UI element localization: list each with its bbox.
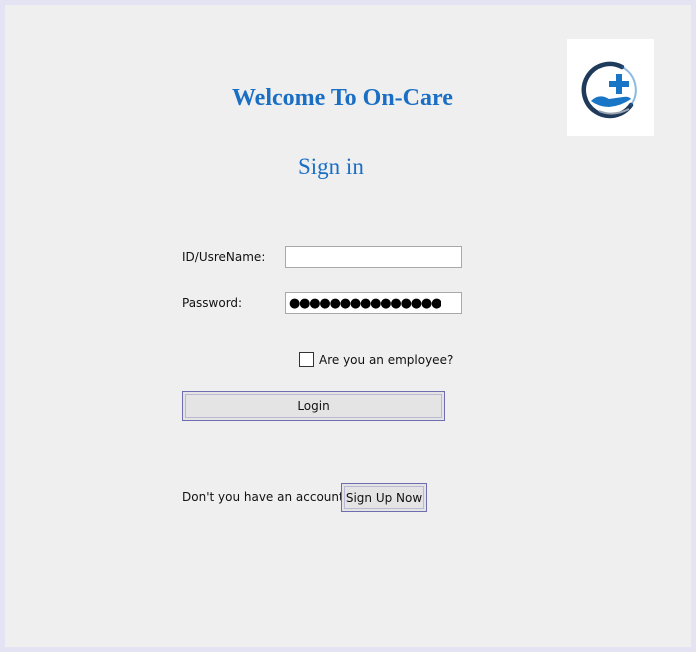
login-button[interactable]: Login: [182, 391, 445, 421]
employee-checkbox[interactable]: [299, 352, 314, 367]
password-label: Password:: [182, 296, 243, 310]
no-account-text: Don't you have an account: [182, 490, 344, 504]
employee-checkbox-label[interactable]: Are you an employee?: [319, 353, 453, 367]
password-input[interactable]: ●●●●●●●●●●●●●●●: [285, 292, 462, 314]
app-logo: [567, 39, 654, 136]
signup-button[interactable]: Sign Up Now: [341, 483, 427, 512]
password-masked-value: ●●●●●●●●●●●●●●●: [289, 296, 442, 310]
signin-title: Sign in: [298, 154, 364, 179]
username-input[interactable]: [285, 246, 462, 268]
username-label: ID/UsreName:: [182, 250, 266, 264]
welcome-title: Welcome To On-Care: [232, 85, 453, 111]
login-window: Welcome To On-Care Sign in ID/UsreName: …: [0, 0, 696, 652]
medical-hand-cross-icon: [581, 61, 637, 119]
